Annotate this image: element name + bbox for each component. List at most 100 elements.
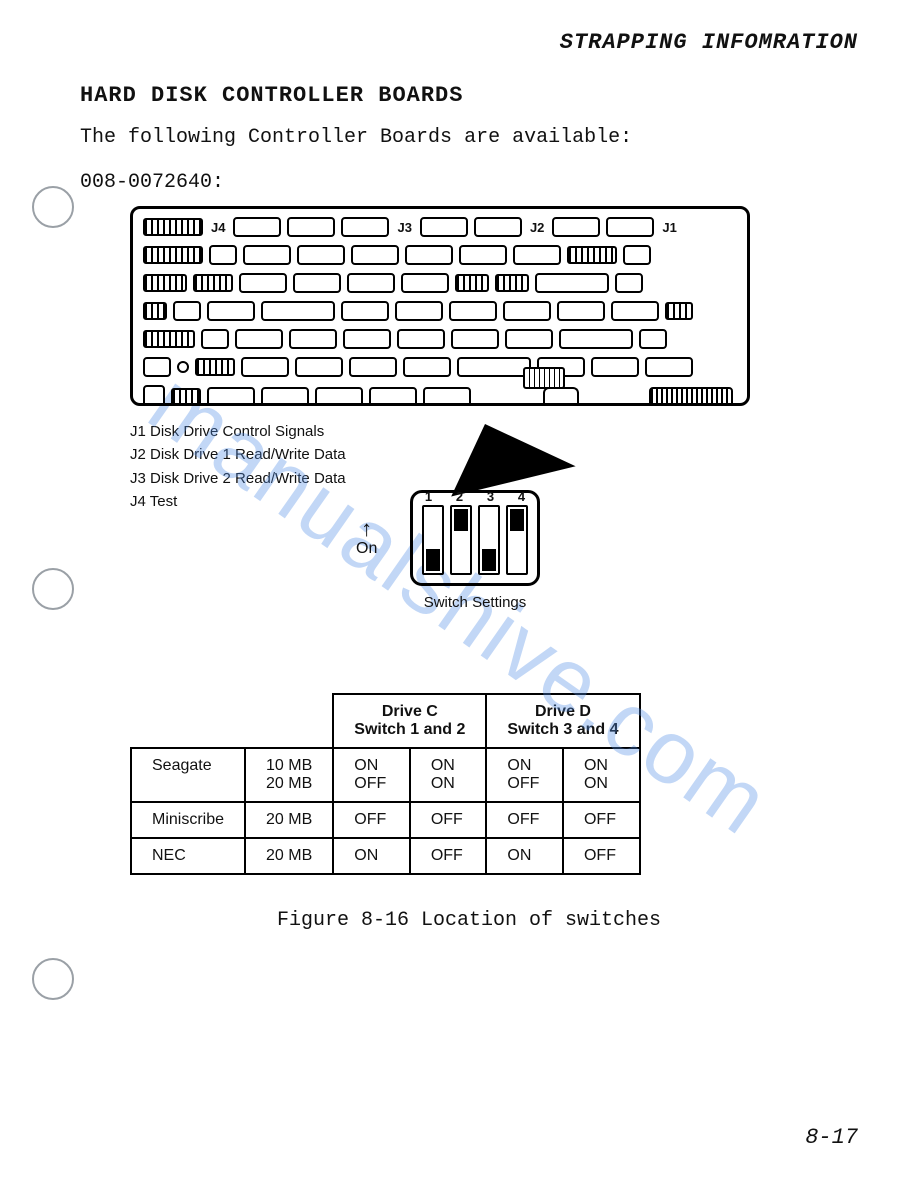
chip-icon xyxy=(369,387,417,406)
chip-icon xyxy=(615,273,643,293)
chip-icon xyxy=(193,274,233,292)
chip-icon xyxy=(420,217,468,237)
chip-icon xyxy=(195,358,235,376)
cell-maker: Seagate xyxy=(131,748,245,802)
chip-icon xyxy=(143,330,195,348)
chip-icon xyxy=(405,245,453,265)
dip-number: 2 xyxy=(456,489,463,504)
chip-icon xyxy=(343,329,391,349)
chip-icon xyxy=(261,387,309,406)
connector-label-j2: J2 xyxy=(528,220,546,235)
cell-maker: NEC xyxy=(131,838,245,874)
connector-label-j1: J1 xyxy=(660,220,678,235)
punch-hole-icon xyxy=(32,186,74,228)
cell-c2: OFF xyxy=(410,802,487,838)
cell-c1: OFF xyxy=(333,802,410,838)
table-head-drive-d: Drive DSwitch 3 and 4 xyxy=(486,694,639,748)
cell-maker: Miniscribe xyxy=(131,802,245,838)
dip-switch-2 xyxy=(450,505,472,575)
chip-icon xyxy=(243,245,291,265)
chip-icon xyxy=(315,387,363,406)
chip-icon xyxy=(455,274,489,292)
chip-icon xyxy=(639,329,667,349)
cell-c1: ONOFF xyxy=(333,748,410,802)
dip-switch-detail: ↑ On 1 2 3 4 Switch Settings xyxy=(410,490,540,611)
switch-settings-table: Drive CSwitch 1 and 2 Drive DSwitch 3 an… xyxy=(130,693,641,875)
chip-icon xyxy=(295,357,343,377)
cell-c2: ONON xyxy=(410,748,487,802)
chip-icon xyxy=(645,357,693,377)
dot-icon xyxy=(177,361,189,373)
chip-icon xyxy=(559,329,633,349)
chip-icon xyxy=(606,217,654,237)
table-head-drive-c: Drive CSwitch 1 and 2 xyxy=(333,694,486,748)
chip-icon xyxy=(349,357,397,377)
chip-icon xyxy=(351,245,399,265)
chip-icon xyxy=(143,357,171,377)
chip-icon xyxy=(451,329,499,349)
section-heading: HARD DISK CONTROLLER BOARDS xyxy=(80,83,858,108)
chip-icon xyxy=(495,274,529,292)
chip-icon xyxy=(143,274,187,292)
chip-icon xyxy=(459,245,507,265)
table-row: Seagate 10 MB20 MB ONOFF ONON ONOFF ONON xyxy=(131,748,640,802)
chip-icon xyxy=(201,329,229,349)
part-number: 008-0072640: xyxy=(80,171,858,194)
dip-switch-icon xyxy=(523,367,565,389)
chip-icon xyxy=(567,246,617,264)
page-number: 8-17 xyxy=(805,1125,858,1150)
chip-icon xyxy=(341,301,389,321)
cell-d2: OFF xyxy=(563,802,640,838)
edge-connector-icon xyxy=(649,387,733,405)
dip-switch-4 xyxy=(506,505,528,575)
cell-size: 20 MB xyxy=(245,802,333,838)
connector-label-j3: J3 xyxy=(395,220,413,235)
chip-icon xyxy=(449,301,497,321)
chip-icon xyxy=(241,357,289,377)
chip-icon xyxy=(535,273,609,293)
chip-icon xyxy=(611,301,659,321)
figure-caption: Figure 8-16 Location of switches xyxy=(80,909,858,932)
chip-icon xyxy=(143,246,203,264)
on-label: On xyxy=(356,540,377,557)
chip-icon xyxy=(261,301,335,321)
punch-hole-icon xyxy=(32,568,74,610)
chip-icon xyxy=(557,301,605,321)
chip-icon xyxy=(143,218,203,236)
chip-icon xyxy=(503,301,551,321)
intro-text: The following Controller Boards are avai… xyxy=(80,126,858,149)
cell-d2: OFF xyxy=(563,838,640,874)
dip-number: 3 xyxy=(487,489,494,504)
chip-icon xyxy=(665,302,693,320)
page-header-right: STRAPPING INFOMRATION xyxy=(80,30,858,55)
chip-icon xyxy=(235,329,283,349)
chip-icon xyxy=(239,273,287,293)
cell-size: 20 MB xyxy=(245,838,333,874)
chip-icon xyxy=(289,329,337,349)
cell-c1: ON xyxy=(333,838,410,874)
cell-d2: ONON xyxy=(563,748,640,802)
table-row: Miniscribe 20 MB OFF OFF OFF OFF xyxy=(131,802,640,838)
chip-icon xyxy=(623,245,651,265)
chip-icon xyxy=(341,217,389,237)
chip-icon xyxy=(347,273,395,293)
chip-icon xyxy=(397,329,445,349)
dip-switch-3 xyxy=(478,505,500,575)
dip-switch-1 xyxy=(422,505,444,575)
board-notch-icon xyxy=(543,387,579,405)
dip-number: 4 xyxy=(518,489,525,504)
chip-icon xyxy=(457,357,531,377)
connector-label-j4: J4 xyxy=(209,220,227,235)
chip-icon xyxy=(505,329,553,349)
dip-number: 1 xyxy=(425,489,432,504)
chip-icon xyxy=(423,387,471,406)
cell-d1: ON xyxy=(486,838,563,874)
chip-icon xyxy=(233,217,281,237)
chip-icon xyxy=(297,245,345,265)
chip-icon xyxy=(552,217,600,237)
chip-icon xyxy=(395,301,443,321)
chip-icon xyxy=(173,301,201,321)
punch-hole-icon xyxy=(32,958,74,1000)
chip-icon xyxy=(143,302,167,320)
chip-icon xyxy=(293,273,341,293)
